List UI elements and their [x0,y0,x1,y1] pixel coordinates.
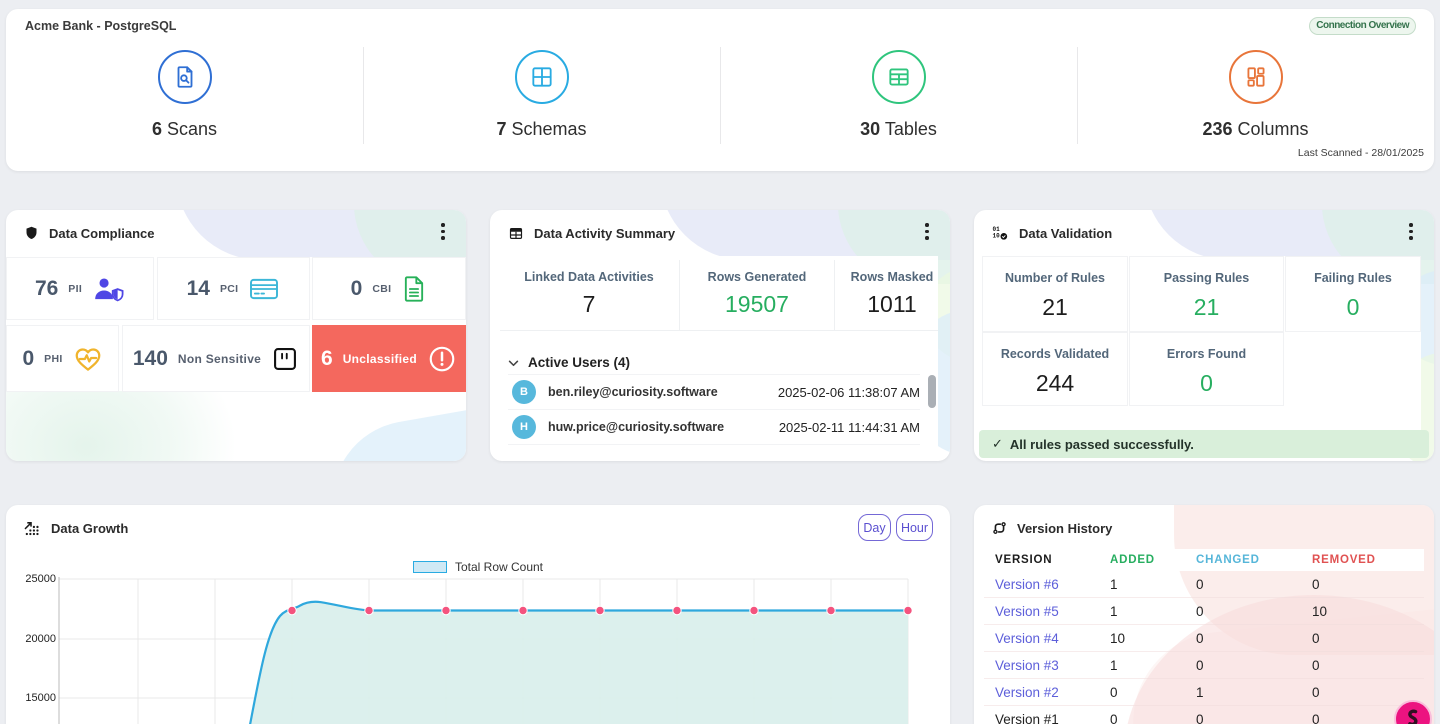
svg-text:10: 10 [993,233,1001,240]
svg-text:01: 01 [993,226,1001,233]
